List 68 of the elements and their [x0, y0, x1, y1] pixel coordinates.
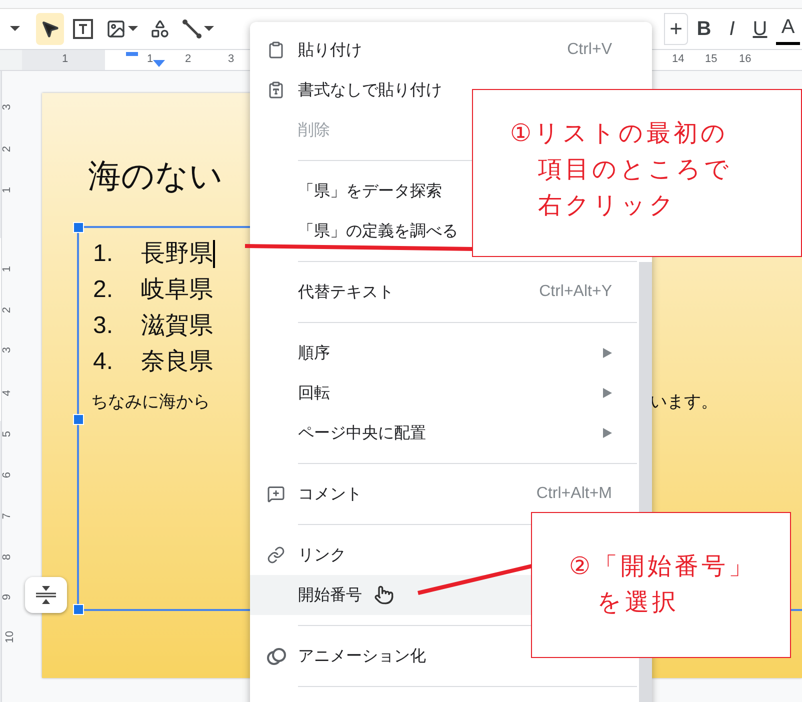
- ruler-number: 8: [1, 554, 14, 560]
- ruler-number: 1: [62, 53, 68, 65]
- submenu-arrow-icon: [603, 388, 612, 398]
- resize-handle[interactable]: [73, 222, 84, 233]
- list-number: 4.: [93, 348, 114, 376]
- tool-button[interactable]: [36, 13, 64, 45]
- menu-item[interactable]: コメント Ctrl+Alt+M: [250, 474, 637, 514]
- ruler-number: 10: [4, 630, 16, 644]
- list-number: 2.: [93, 276, 114, 304]
- italic-button[interactable]: I: [720, 13, 744, 45]
- ruler-number: 9: [1, 594, 14, 600]
- caret-icon: [10, 26, 20, 32]
- text-color-button[interactable]: A: [776, 13, 800, 45]
- underline-button[interactable]: U: [748, 13, 772, 45]
- image-icon: [106, 19, 126, 39]
- caret-icon: [128, 26, 138, 32]
- clipboard-icon: [267, 41, 285, 59]
- callout-text: ①リストの最初の: [510, 119, 729, 149]
- slide-title: 海のない: [88, 156, 223, 196]
- menu-item[interactable]: 貼り付け Ctrl+V: [250, 30, 637, 70]
- link-icon: [267, 546, 285, 564]
- callout-text: 項目のところで: [538, 155, 732, 185]
- line-icon: [182, 19, 202, 39]
- align-button[interactable]: [25, 577, 67, 613]
- ruler-number: 1: [1, 266, 14, 272]
- list-item: 奈良県: [141, 348, 213, 376]
- bold-button[interactable]: B: [692, 13, 716, 45]
- ruler-number: 16: [739, 53, 752, 65]
- list-item: 長野県: [141, 240, 215, 268]
- resize-handle[interactable]: [73, 604, 84, 615]
- ruler-number: 1: [1, 186, 14, 194]
- callout-text: 右クリック: [538, 191, 677, 221]
- indent-marker-icon: [153, 60, 165, 68]
- hand-cursor-icon: [374, 585, 394, 605]
- caret-icon: [204, 26, 214, 32]
- list-item: 岐阜県: [141, 276, 213, 304]
- ruler-number: 3: [1, 104, 14, 110]
- ruler-number: 2: [1, 146, 14, 152]
- text-box-icon: [72, 18, 94, 40]
- increase-size-button[interactable]: +: [664, 13, 688, 45]
- ruler-number: 15: [705, 53, 718, 65]
- pointer-icon: [40, 19, 60, 39]
- ruler-number: 3: [228, 53, 234, 65]
- ruler-number: 2: [1, 306, 14, 314]
- ruler-number: 1: [147, 53, 154, 65]
- ruler-number: 6: [1, 472, 14, 478]
- ruler-number: 3: [1, 346, 14, 354]
- menu-item[interactable]: ページ中央に配置: [250, 413, 637, 453]
- menu-item[interactable]: 順序: [250, 333, 637, 373]
- list-number: 3.: [93, 312, 114, 340]
- vertical-align-icon: [35, 585, 57, 605]
- list-number: 1.: [93, 240, 114, 268]
- menu-item[interactable]: 代替テキスト Ctrl+Alt+Y: [250, 272, 637, 312]
- ruler-number: 2: [185, 53, 192, 65]
- ruler-number: 14: [672, 53, 684, 65]
- comment-icon: [267, 485, 285, 503]
- ruler-number: 7: [1, 512, 14, 520]
- submenu-arrow-icon: [603, 348, 612, 358]
- ruler-number: 5: [1, 430, 14, 438]
- ruler-number: 4: [1, 390, 14, 396]
- resize-handle[interactable]: [73, 414, 84, 425]
- menu-item[interactable]: 回転: [250, 373, 637, 413]
- note-text: ちなみに海から: [91, 391, 210, 413]
- submenu-arrow-icon: [603, 428, 612, 438]
- clipboard-text-icon: [267, 81, 285, 99]
- shapes-icon: [150, 19, 170, 39]
- list-item: 滋賀県: [141, 312, 213, 340]
- animation-icon: [267, 647, 287, 665]
